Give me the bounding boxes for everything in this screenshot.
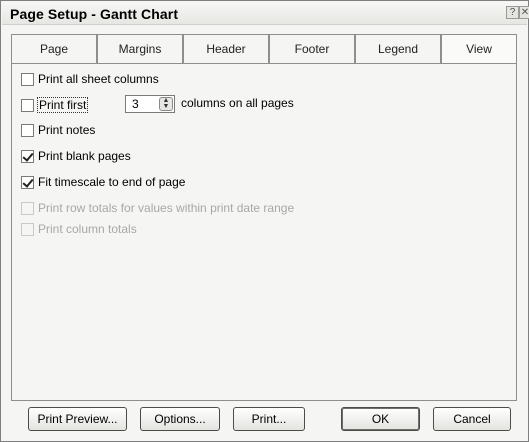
ok-button[interactable]: OK [341, 407, 420, 431]
print-notes-checkbox[interactable] [21, 123, 34, 137]
print-notes-label: Print notes [38, 123, 96, 137]
print-blank-pages-checkbox[interactable] [21, 149, 34, 163]
title-bar: Page Setup - Gantt Chart ? ✕ [2, 2, 529, 25]
print-row-totals-option: Print row totals for values within print… [21, 200, 294, 216]
close-icon[interactable]: ✕ [519, 6, 529, 19]
print-blank-pages-option[interactable]: Print blank pages [21, 148, 131, 164]
print-notes-option[interactable]: Print notes [21, 122, 95, 138]
print-first-label: Print first [36, 97, 89, 113]
tab-view[interactable]: View [441, 34, 517, 65]
page-setup-dialog: Page Setup - Gantt Chart ? ✕ Page Margin… [0, 0, 529, 442]
print-preview-button[interactable]: Print Preview... [28, 407, 127, 431]
print-column-totals-option: Print column totals [21, 221, 137, 237]
print-row-totals-label: Print row totals for values within print… [38, 201, 295, 215]
print-first-option[interactable]: Print first [21, 97, 89, 113]
print-all-sheet-columns-label: Print all sheet columns [38, 72, 159, 86]
print-blank-pages-label: Print blank pages [38, 149, 131, 163]
dialog-title: Page Setup - Gantt Chart [10, 6, 179, 22]
print-column-totals-checkbox [21, 222, 34, 236]
print-first-columns-value[interactable]: 3 [132, 97, 139, 111]
print-all-sheet-columns-checkbox[interactable] [21, 72, 34, 86]
options-button[interactable]: Options... [140, 407, 220, 431]
fit-timescale-checkbox[interactable] [21, 175, 34, 189]
tab-footer[interactable]: Footer [269, 34, 355, 64]
fit-timescale-label: Fit timescale to end of page [38, 175, 186, 189]
tab-strip: Page Margins Header Footer Legend View [11, 34, 517, 65]
tab-margins[interactable]: Margins [97, 34, 183, 64]
print-first-checkbox[interactable] [21, 98, 34, 112]
print-all-sheet-columns-option[interactable]: Print all sheet columns [21, 71, 159, 87]
cancel-button[interactable]: Cancel [433, 407, 511, 431]
spinner-arrows-icon[interactable]: ▲ ▼ [159, 97, 173, 111]
fit-timescale-option[interactable]: Fit timescale to end of page [21, 174, 185, 190]
print-row-totals-checkbox [21, 201, 34, 215]
print-column-totals-label: Print column totals [38, 222, 137, 236]
tab-header[interactable]: Header [183, 34, 269, 64]
print-first-columns-spinner[interactable]: 3 ▲ ▼ [125, 95, 175, 113]
print-button[interactable]: Print... [233, 407, 305, 431]
tab-page[interactable]: Page [11, 34, 97, 64]
tab-legend[interactable]: Legend [355, 34, 441, 64]
columns-on-all-pages-label: columns on all pages [181, 96, 294, 110]
help-icon[interactable]: ? [506, 6, 519, 19]
